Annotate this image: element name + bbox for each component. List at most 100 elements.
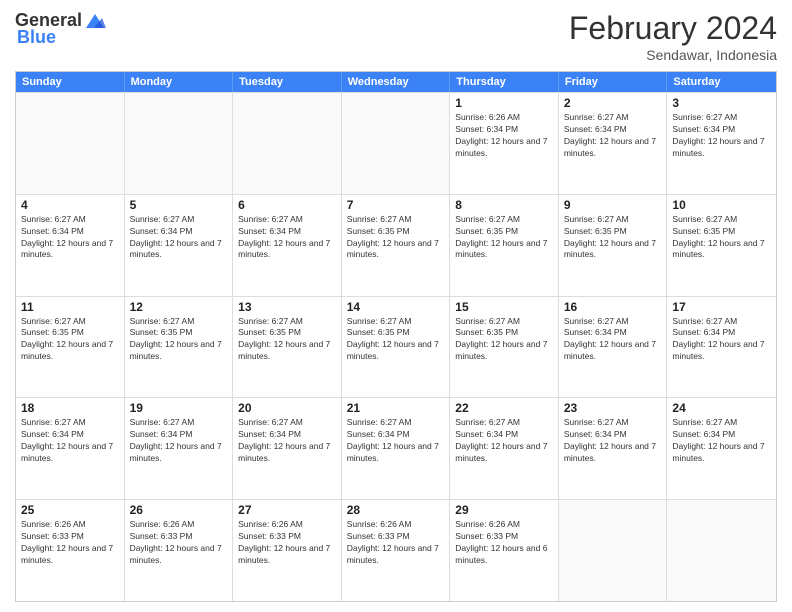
month-title: February 2024	[569, 10, 777, 47]
day-info: Sunrise: 6:26 AM Sunset: 6:34 PM Dayligh…	[455, 112, 553, 160]
day-info: Sunrise: 6:27 AM Sunset: 6:34 PM Dayligh…	[672, 316, 771, 364]
day-info: Sunrise: 6:27 AM Sunset: 6:35 PM Dayligh…	[21, 316, 119, 364]
day-info: Sunrise: 6:27 AM Sunset: 6:35 PM Dayligh…	[347, 316, 445, 364]
day-info: Sunrise: 6:26 AM Sunset: 6:33 PM Dayligh…	[130, 519, 228, 567]
header-day-sunday: Sunday	[16, 72, 125, 92]
calendar-day-1: 1 Sunrise: 6:26 AM Sunset: 6:34 PM Daylig…	[450, 93, 559, 194]
title-block: February 2024 Sendawar, Indonesia	[569, 10, 777, 63]
calendar-day-4: 4 Sunrise: 6:27 AM Sunset: 6:34 PM Daylig…	[16, 195, 125, 296]
day-info: Sunrise: 6:27 AM Sunset: 6:35 PM Dayligh…	[564, 214, 662, 262]
header: General Blue February 2024 Sendawar, Ind…	[15, 10, 777, 63]
day-number: 18	[21, 401, 119, 415]
day-info: Sunrise: 6:27 AM Sunset: 6:35 PM Dayligh…	[672, 214, 771, 262]
day-number: 27	[238, 503, 336, 517]
day-number: 10	[672, 198, 771, 212]
calendar-day-26: 26 Sunrise: 6:26 AM Sunset: 6:33 PM Dayli…	[125, 500, 234, 601]
calendar-empty-cell	[16, 93, 125, 194]
day-info: Sunrise: 6:27 AM Sunset: 6:34 PM Dayligh…	[455, 417, 553, 465]
day-number: 9	[564, 198, 662, 212]
calendar-day-12: 12Sunrise: 6:27 AM Sunset: 6:35 PM Dayli…	[125, 297, 234, 398]
day-info: Sunrise: 6:27 AM Sunset: 6:35 PM Dayligh…	[347, 214, 445, 262]
calendar-header: SundayMondayTuesdayWednesdayThursdayFrid…	[16, 72, 776, 92]
day-number: 1	[455, 96, 553, 110]
day-info: Sunrise: 6:27 AM Sunset: 6:34 PM Dayligh…	[672, 417, 771, 465]
day-number: 16	[564, 300, 662, 314]
calendar-empty-cell	[233, 93, 342, 194]
calendar-week-0: 1 Sunrise: 6:26 AM Sunset: 6:34 PM Daylig…	[16, 92, 776, 194]
logo: General Blue	[15, 10, 106, 48]
day-number: 29	[455, 503, 553, 517]
header-day-wednesday: Wednesday	[342, 72, 451, 92]
calendar-week-4: 25 Sunrise: 6:26 AM Sunset: 6:33 PM Dayli…	[16, 499, 776, 601]
day-info: Sunrise: 6:27 AM Sunset: 6:35 PM Dayligh…	[130, 316, 228, 364]
calendar-empty-cell	[559, 500, 668, 601]
calendar-day-17: 17Sunrise: 6:27 AM Sunset: 6:34 PM Dayli…	[667, 297, 776, 398]
calendar-day-13: 13 Sunrise: 6:27 AM Sunset: 6:35 PM Dayli…	[233, 297, 342, 398]
day-number: 8	[455, 198, 553, 212]
day-info: Sunrise: 6:27 AM Sunset: 6:34 PM Dayligh…	[672, 112, 771, 160]
day-info: Sunrise: 6:26 AM Sunset: 6:33 PM Dayligh…	[21, 519, 119, 567]
calendar-day-10: 10 Sunrise: 6:27 AM Sunset: 6:35 PM Dayli…	[667, 195, 776, 296]
day-info: Sunrise: 6:27 AM Sunset: 6:34 PM Dayligh…	[347, 417, 445, 465]
calendar-day-21: 21 Sunrise: 6:27 AM Sunset: 6:34 PM Dayli…	[342, 398, 451, 499]
day-number: 15	[455, 300, 553, 314]
calendar-day-25: 25 Sunrise: 6:26 AM Sunset: 6:33 PM Dayli…	[16, 500, 125, 601]
day-number: 5	[130, 198, 228, 212]
day-info: Sunrise: 6:27 AM Sunset: 6:34 PM Dayligh…	[21, 214, 119, 262]
day-info: Sunrise: 6:27 AM Sunset: 6:35 PM Dayligh…	[455, 214, 553, 262]
calendar-day-9: 9 Sunrise: 6:27 AM Sunset: 6:35 PM Daylig…	[559, 195, 668, 296]
day-number: 7	[347, 198, 445, 212]
calendar-day-7: 7 Sunrise: 6:27 AM Sunset: 6:35 PM Daylig…	[342, 195, 451, 296]
day-number: 28	[347, 503, 445, 517]
calendar-day-18: 18 Sunrise: 6:27 AM Sunset: 6:34 PM Dayli…	[16, 398, 125, 499]
day-info: Sunrise: 6:27 AM Sunset: 6:35 PM Dayligh…	[238, 316, 336, 364]
calendar-day-2: 2 Sunrise: 6:27 AM Sunset: 6:34 PM Daylig…	[559, 93, 668, 194]
day-info: Sunrise: 6:26 AM Sunset: 6:33 PM Dayligh…	[347, 519, 445, 567]
day-info: Sunrise: 6:27 AM Sunset: 6:34 PM Dayligh…	[130, 214, 228, 262]
day-number: 13	[238, 300, 336, 314]
page: General Blue February 2024 Sendawar, Ind…	[0, 0, 792, 612]
calendar-day-20: 20 Sunrise: 6:27 AM Sunset: 6:34 PM Dayli…	[233, 398, 342, 499]
calendar-day-11: 11 Sunrise: 6:27 AM Sunset: 6:35 PM Dayli…	[16, 297, 125, 398]
day-number: 2	[564, 96, 662, 110]
calendar-day-28: 28 Sunrise: 6:26 AM Sunset: 6:33 PM Dayli…	[342, 500, 451, 601]
logo-blue: Blue	[17, 27, 56, 48]
calendar: SundayMondayTuesdayWednesdayThursdayFrid…	[15, 71, 777, 602]
calendar-day-19: 19 Sunrise: 6:27 AM Sunset: 6:34 PM Dayli…	[125, 398, 234, 499]
day-number: 21	[347, 401, 445, 415]
calendar-day-27: 27 Sunrise: 6:26 AM Sunset: 6:33 PM Dayli…	[233, 500, 342, 601]
header-day-tuesday: Tuesday	[233, 72, 342, 92]
calendar-day-6: 6 Sunrise: 6:27 AM Sunset: 6:34 PM Daylig…	[233, 195, 342, 296]
day-number: 22	[455, 401, 553, 415]
day-number: 24	[672, 401, 771, 415]
day-info: Sunrise: 6:27 AM Sunset: 6:34 PM Dayligh…	[238, 214, 336, 262]
calendar-day-14: 14Sunrise: 6:27 AM Sunset: 6:35 PM Dayli…	[342, 297, 451, 398]
header-day-friday: Friday	[559, 72, 668, 92]
day-number: 4	[21, 198, 119, 212]
day-number: 26	[130, 503, 228, 517]
day-info: Sunrise: 6:27 AM Sunset: 6:34 PM Dayligh…	[130, 417, 228, 465]
day-number: 6	[238, 198, 336, 212]
calendar-day-15: 15Sunrise: 6:27 AM Sunset: 6:35 PM Dayli…	[450, 297, 559, 398]
calendar-day-3: 3Sunrise: 6:27 AM Sunset: 6:34 PM Daylig…	[667, 93, 776, 194]
day-number: 25	[21, 503, 119, 517]
calendar-empty-cell	[667, 500, 776, 601]
day-number: 11	[21, 300, 119, 314]
day-info: Sunrise: 6:27 AM Sunset: 6:34 PM Dayligh…	[238, 417, 336, 465]
day-number: 19	[130, 401, 228, 415]
header-day-saturday: Saturday	[667, 72, 776, 92]
calendar-week-2: 11 Sunrise: 6:27 AM Sunset: 6:35 PM Dayli…	[16, 296, 776, 398]
calendar-day-23: 23 Sunrise: 6:27 AM Sunset: 6:34 PM Dayli…	[559, 398, 668, 499]
calendar-day-5: 5 Sunrise: 6:27 AM Sunset: 6:34 PM Daylig…	[125, 195, 234, 296]
day-info: Sunrise: 6:27 AM Sunset: 6:34 PM Dayligh…	[564, 112, 662, 160]
header-day-monday: Monday	[125, 72, 234, 92]
day-number: 23	[564, 401, 662, 415]
day-number: 20	[238, 401, 336, 415]
day-info: Sunrise: 6:27 AM Sunset: 6:34 PM Dayligh…	[564, 316, 662, 364]
day-info: Sunrise: 6:27 AM Sunset: 6:34 PM Dayligh…	[564, 417, 662, 465]
calendar-empty-cell	[342, 93, 451, 194]
day-info: Sunrise: 6:27 AM Sunset: 6:34 PM Dayligh…	[21, 417, 119, 465]
day-info: Sunrise: 6:26 AM Sunset: 6:33 PM Dayligh…	[238, 519, 336, 567]
calendar-day-8: 8 Sunrise: 6:27 AM Sunset: 6:35 PM Daylig…	[450, 195, 559, 296]
calendar-day-29: 29Sunrise: 6:26 AM Sunset: 6:33 PM Dayli…	[450, 500, 559, 601]
